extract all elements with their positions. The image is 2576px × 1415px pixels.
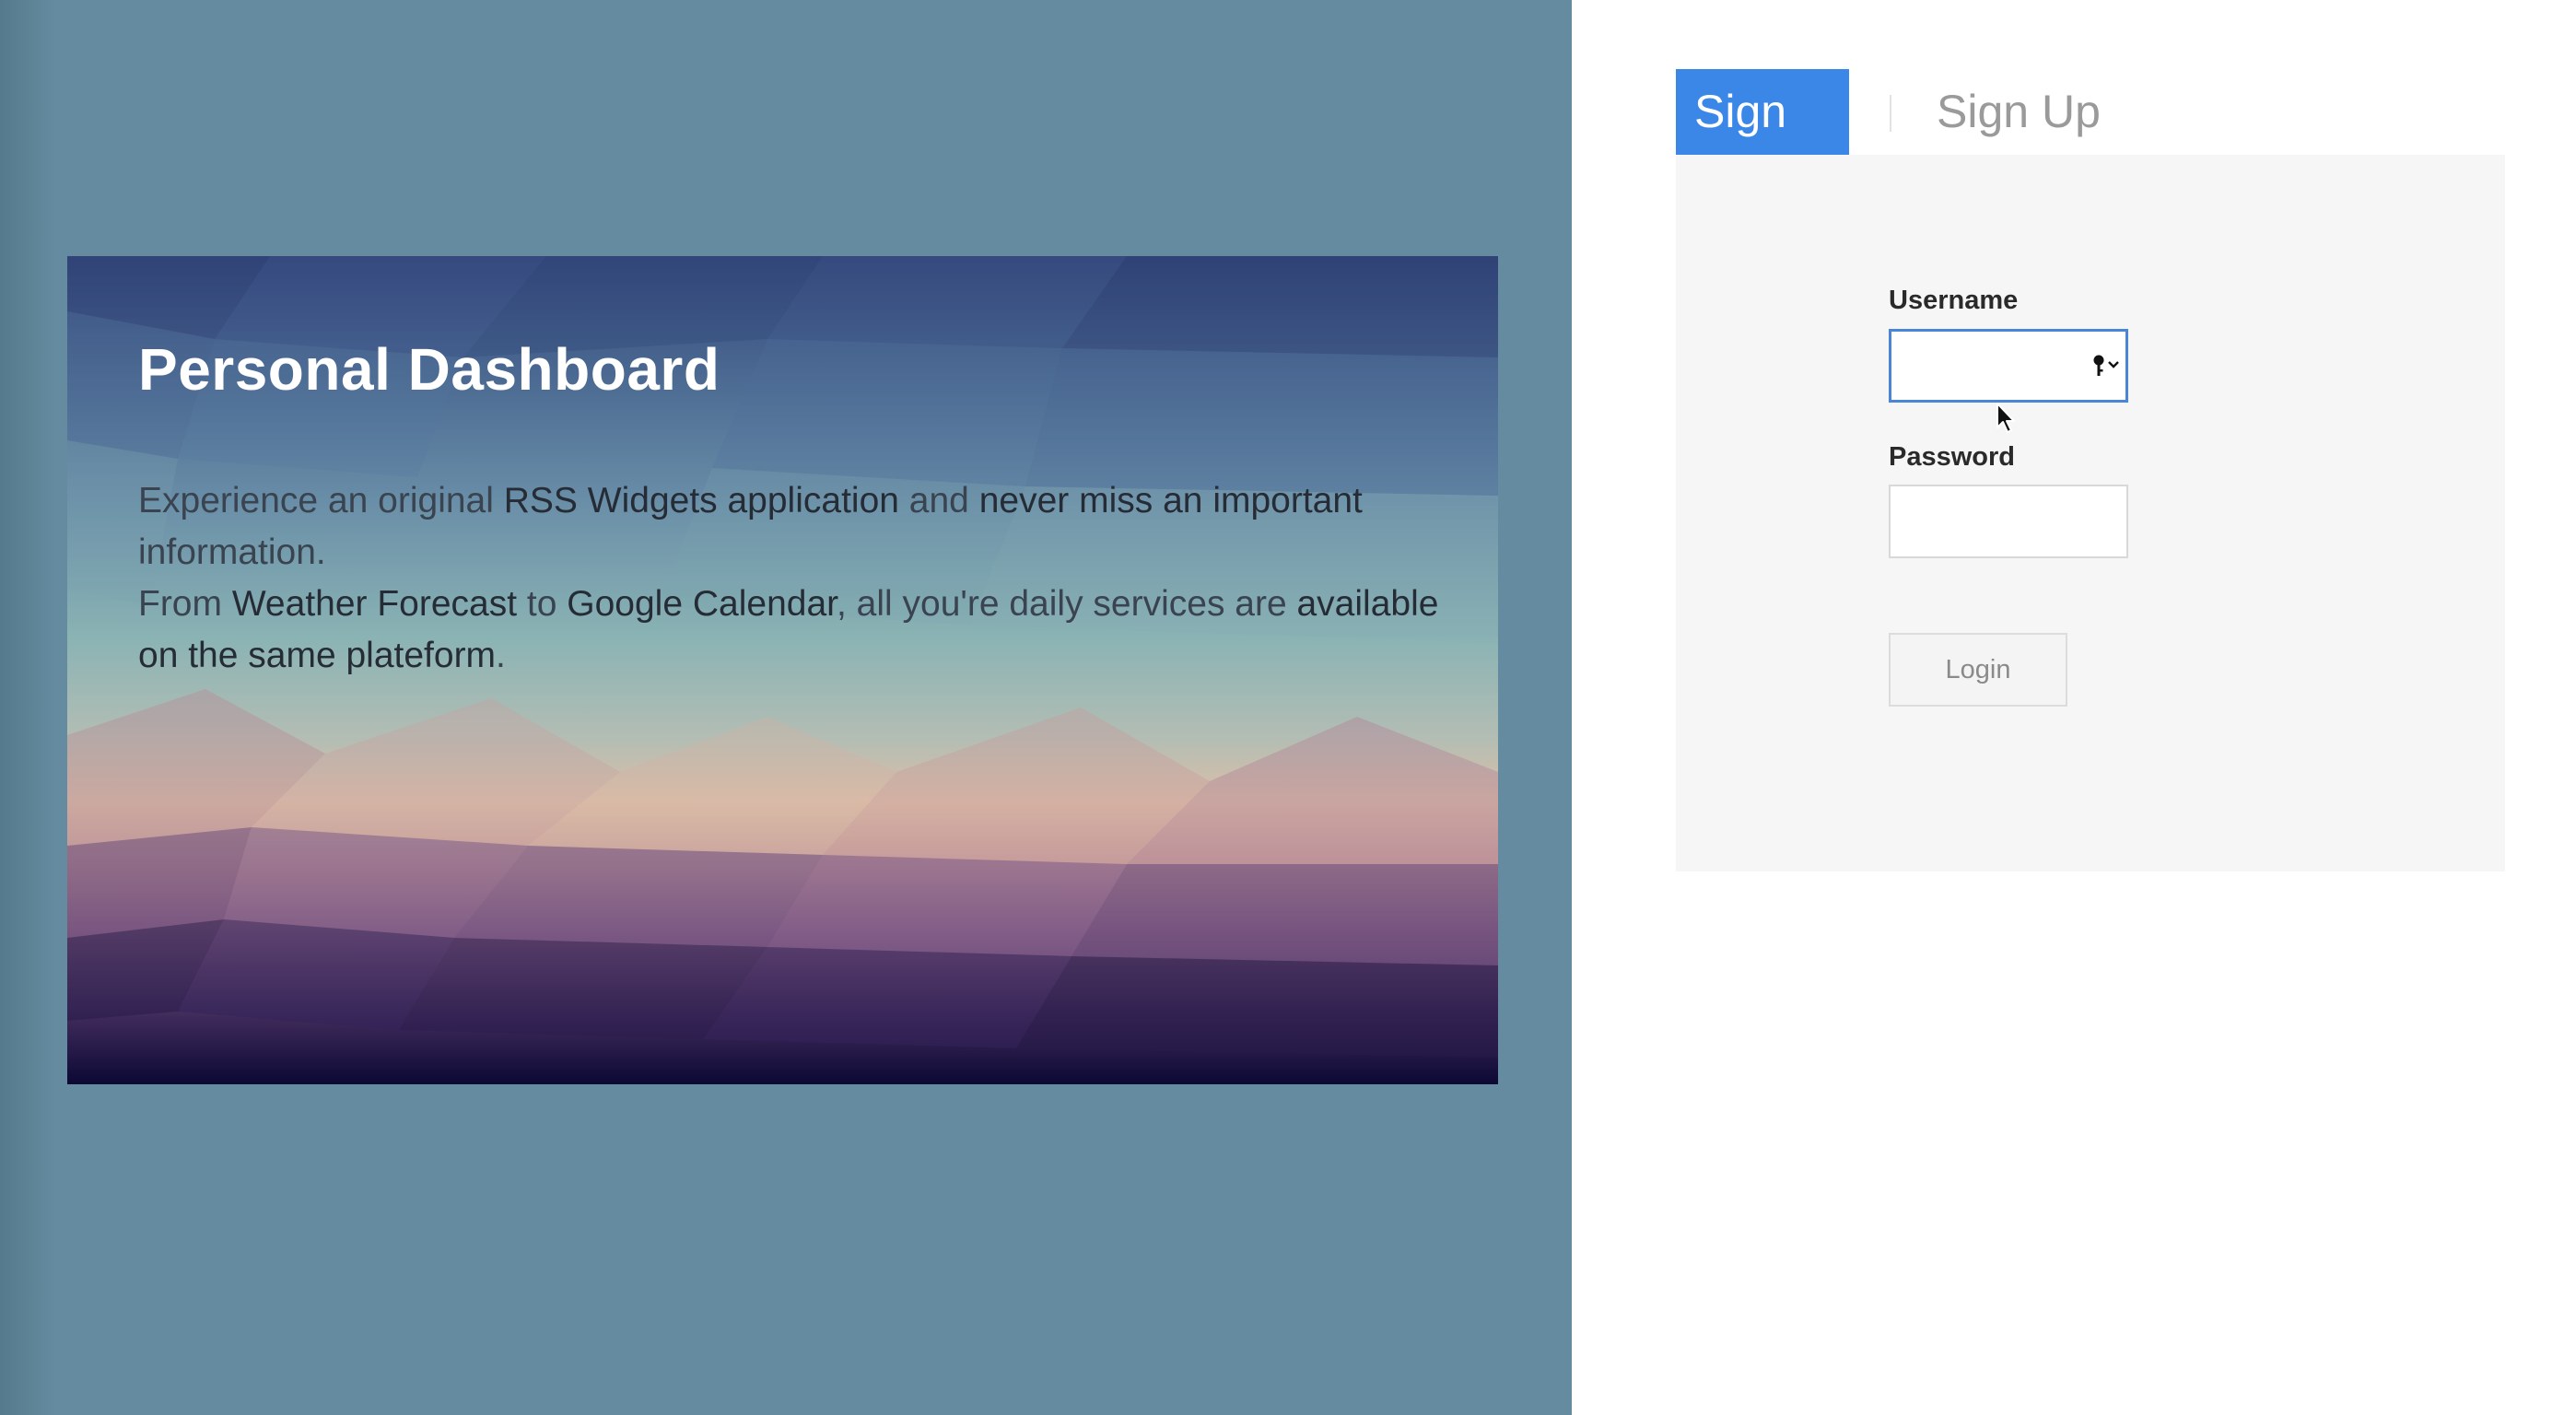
hero-text-segment: Experience an original [138, 481, 504, 520]
hero-paragraph-2: From Weather Forecast to Google Calendar… [138, 579, 1446, 682]
tab-sign-up[interactable]: Sign Up [1918, 69, 2139, 155]
left-panel: Personal Dashboard Experience an origina… [0, 0, 1572, 1415]
mouse-pointer-icon [1996, 403, 2015, 433]
tab-divider [1890, 95, 1891, 132]
hero-highlight: Google Calendar [567, 584, 837, 624]
login-form: Username Password Login [1676, 155, 2505, 871]
tab-sign-in[interactable]: Sign In [1676, 69, 1849, 223]
hero-description: Experience an original RSS Widgets appli… [138, 475, 1446, 682]
chevron-down-icon[interactable] [2108, 361, 2119, 368]
hero-text-segment: . [496, 636, 506, 675]
hero-highlight: RSS Widgets application [503, 481, 899, 520]
hero-banner: Personal Dashboard Experience an origina… [67, 256, 1498, 1084]
login-button[interactable]: Login [1889, 633, 2067, 707]
hero-highlight: never miss an important [978, 481, 1363, 520]
hero-text-segment: information. [138, 532, 326, 572]
password-label: Password [1889, 442, 2015, 472]
hero-text-segment: , all you're daily services are [837, 584, 1297, 624]
hero-text-segment: and [898, 481, 979, 520]
hero-text-segment: to [517, 584, 568, 624]
auth-panel: Sign In Sign Up Username Password Login [1572, 0, 2576, 1415]
hero-text-segment: From [138, 584, 232, 624]
username-label: Username [1889, 286, 2019, 315]
page-title: Personal Dashboard [138, 336, 720, 403]
key-icon[interactable] [2090, 350, 2124, 381]
password-input[interactable] [1889, 485, 2128, 558]
hero-highlight: Weather Forecast [231, 584, 518, 624]
hero-paragraph-1: Experience an original RSS Widgets appli… [138, 475, 1446, 579]
